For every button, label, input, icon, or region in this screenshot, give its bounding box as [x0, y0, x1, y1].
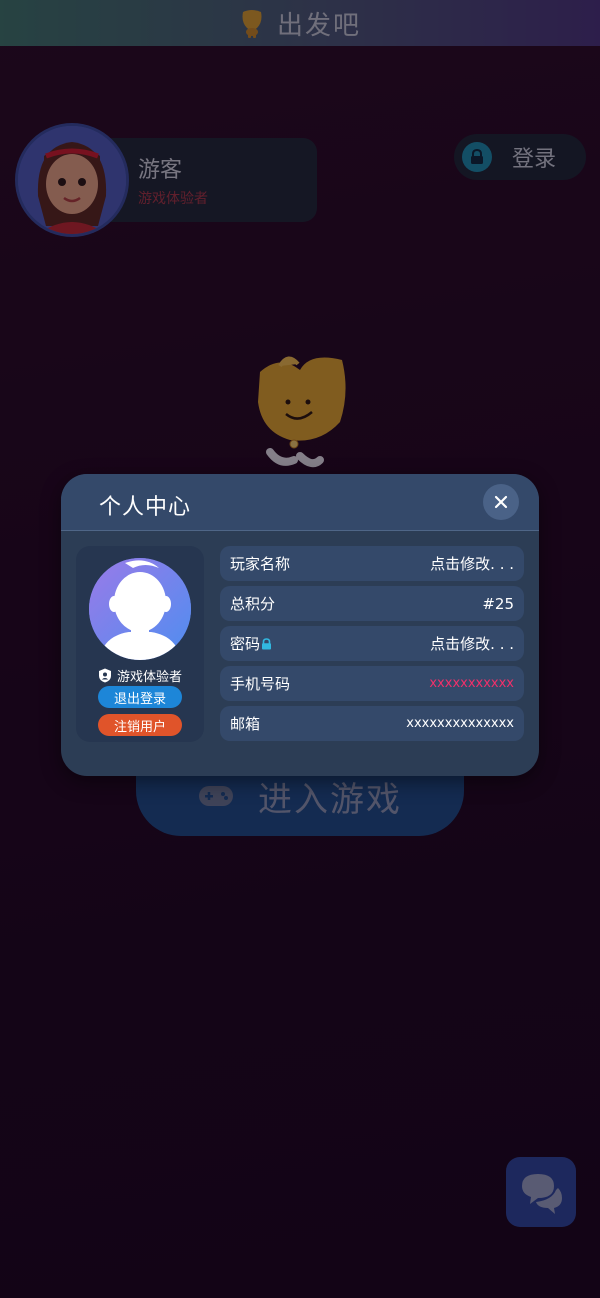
row-key-wrap: 密码: [230, 633, 272, 654]
close-button[interactable]: [483, 484, 519, 520]
row-value: 点击修改. . .: [430, 555, 514, 573]
row-key: 密码: [230, 635, 261, 653]
modal-title: 个人中心: [99, 495, 192, 520]
default-user-icon: [89, 558, 191, 660]
modal-header: 个人中心: [61, 474, 539, 531]
deregister-button[interactable]: 注销用户: [98, 714, 182, 736]
row-total-score: 总积分 #25: [220, 586, 524, 621]
row-password[interactable]: 密码 点击修改. . .: [220, 626, 524, 661]
lock-icon: [262, 637, 272, 649]
row-key: 总积分: [230, 595, 276, 613]
row-key: 玩家名称: [230, 555, 291, 573]
close-icon: [494, 495, 508, 509]
row-player-name[interactable]: 玩家名称 点击修改. . .: [220, 546, 524, 581]
profile-panel: 游戏体验者 退出登录 注销用户: [76, 546, 204, 742]
row-value: xxxxxxxxxxx: [429, 676, 514, 691]
profile-avatar[interactable]: [89, 558, 191, 660]
profile-role-label: 游戏体验者: [116, 670, 182, 685]
row-value: xxxxxxxxxxxxxx: [406, 716, 514, 731]
profile-role: 游戏体验者: [76, 666, 204, 685]
logout-button[interactable]: 退出登录: [98, 686, 182, 708]
shield-user-icon: [98, 668, 111, 683]
personal-center-modal: 个人中心 游戏体验者 退出登录 注销用户 玩家名称 点击修改. . . 总积分 …: [61, 474, 539, 776]
row-value: 点击修改. . .: [430, 635, 514, 653]
row-phone[interactable]: 手机号码 xxxxxxxxxxx: [220, 666, 524, 701]
row-key: 邮箱: [230, 715, 261, 733]
row-email[interactable]: 邮箱 xxxxxxxxxxxxxx: [220, 706, 524, 741]
row-key: 手机号码: [230, 675, 291, 693]
row-value: #25: [482, 594, 514, 613]
